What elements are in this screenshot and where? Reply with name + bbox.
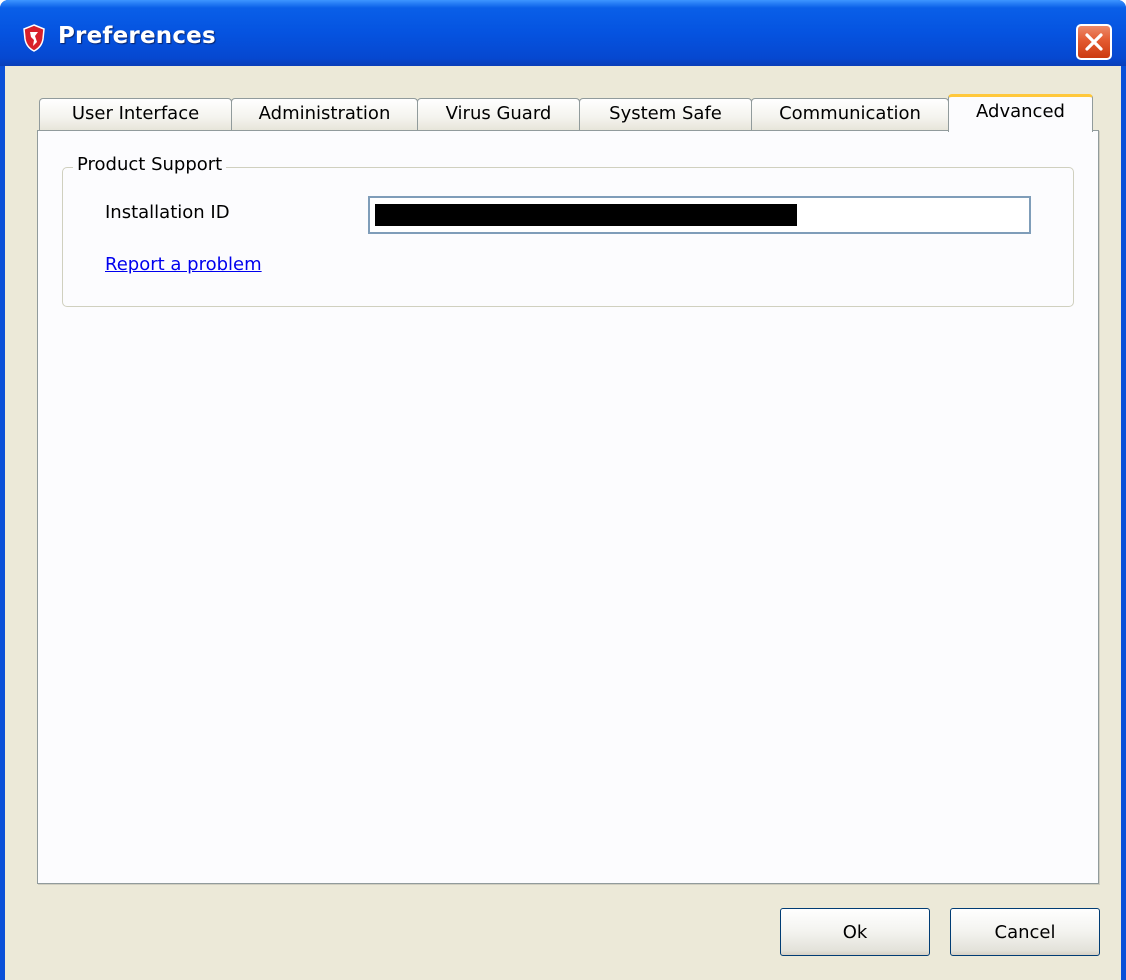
ok-button[interactable]: Ok bbox=[780, 908, 930, 956]
tab-virus-guard[interactable]: Virus Guard bbox=[417, 98, 580, 130]
tab-administration[interactable]: Administration bbox=[231, 98, 418, 130]
shield-icon bbox=[23, 24, 45, 52]
report-problem-link[interactable]: Report a problem bbox=[105, 254, 262, 275]
group-legend: Product Support bbox=[73, 154, 227, 175]
window-title: Preferences bbox=[58, 23, 216, 49]
product-support-group: Product Support Installation ID Report a… bbox=[62, 154, 1074, 307]
tab-user-interface[interactable]: User Interface bbox=[39, 98, 232, 130]
close-button[interactable] bbox=[1076, 24, 1112, 60]
dialog-client-area: User Interface Administration Virus Guar… bbox=[5, 66, 1121, 980]
tab-communication[interactable]: Communication bbox=[751, 98, 949, 130]
title-bar[interactable]: Preferences bbox=[0, 0, 1126, 66]
advanced-tab-panel: Product Support Installation ID Report a… bbox=[37, 130, 1099, 884]
cancel-button[interactable]: Cancel bbox=[950, 908, 1100, 956]
tab-advanced[interactable]: Advanced bbox=[948, 94, 1093, 132]
preferences-window: Preferences User Interface Administratio… bbox=[0, 0, 1126, 980]
installation-id-label: Installation ID bbox=[105, 202, 230, 223]
redacted-value bbox=[375, 204, 797, 226]
close-icon bbox=[1085, 33, 1103, 51]
tab-system-safe[interactable]: System Safe bbox=[579, 98, 752, 130]
